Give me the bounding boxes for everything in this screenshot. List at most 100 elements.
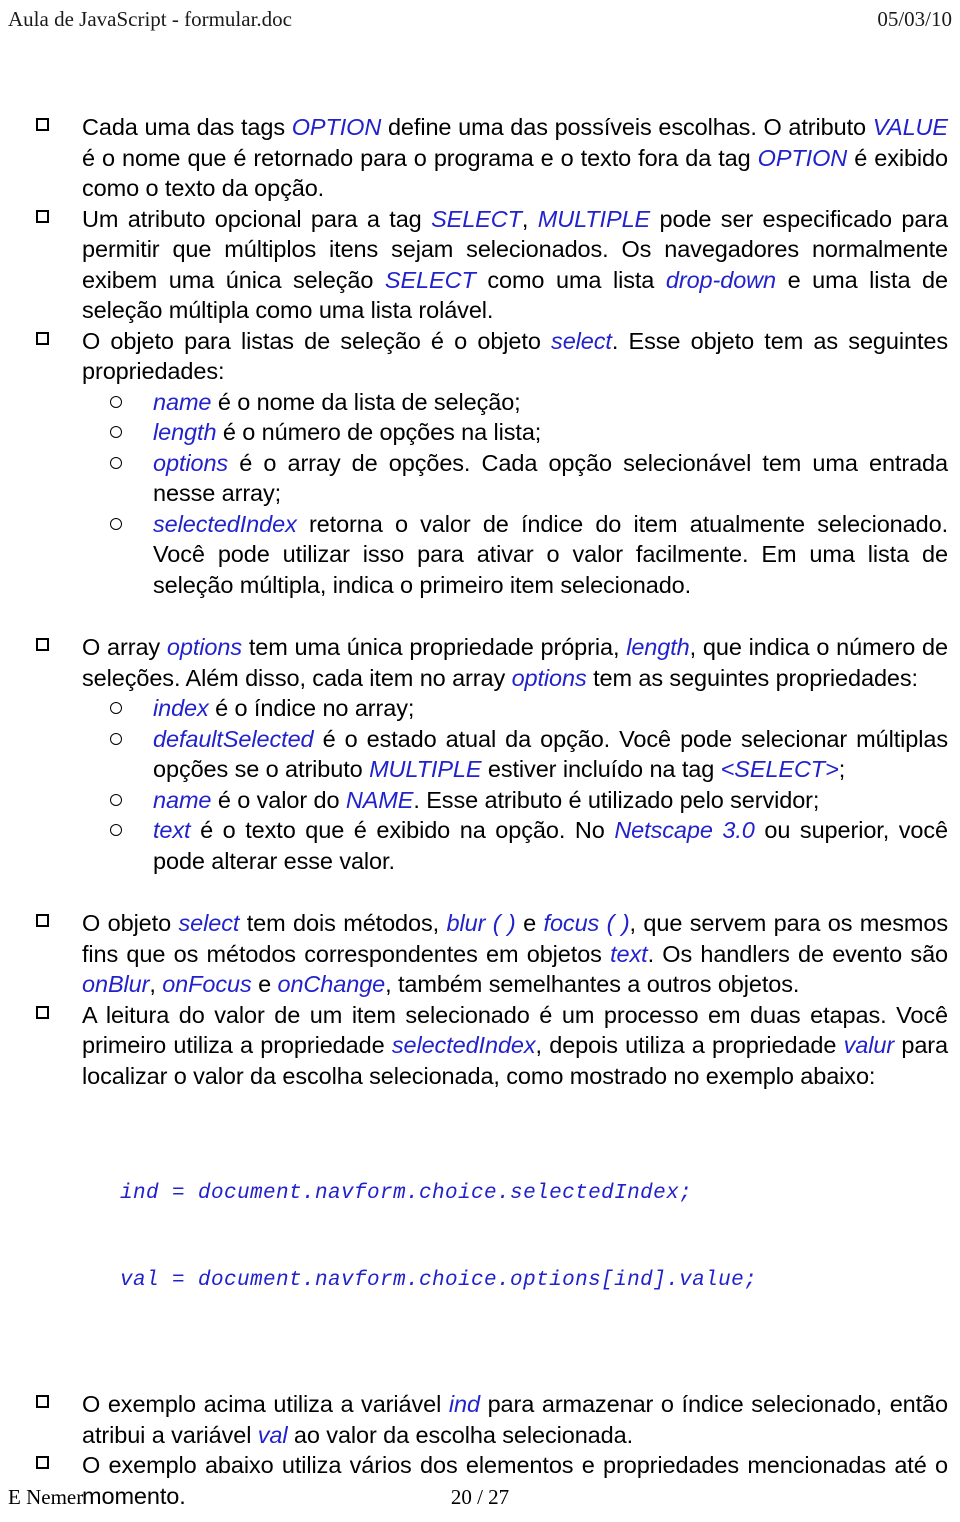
list-item-text: A leitura do valor de um item selecionad…: [82, 1000, 948, 1092]
list-item-text: Um atributo opcional para a tag SELECT, …: [82, 204, 948, 326]
sub-list-item-text: options é o array de opções. Cada opção …: [153, 450, 948, 507]
sub-list-item-text: index é o índice no array;: [153, 695, 414, 721]
text-run: ;: [838, 756, 846, 782]
text-run: é o nome que é retornado para o programa…: [82, 144, 758, 171]
text-run: tem dois métodos,: [239, 910, 447, 936]
circle-bullet-icon: [110, 702, 122, 714]
sub-list-item: selectedIndex retorna o valor de índice …: [0, 509, 960, 601]
text-run: ,: [149, 971, 163, 997]
text-run: tem uma única propriedade própria,: [242, 634, 627, 660]
list-item-text: O objeto select tem dois métodos, blur (…: [82, 908, 948, 1000]
text-run: estiver incluído na tag: [481, 756, 721, 782]
circle-bullet-icon: [110, 517, 122, 530]
sub-list-item: defaultSelected é o estado atual da opçã…: [0, 724, 960, 785]
text-run: é o array de opções. Cada opção selecion…: [153, 449, 948, 507]
keyword-focus: focus ( ): [543, 910, 630, 936]
list-item-text: O exemplo acima utiliza a variável ind p…: [82, 1389, 948, 1450]
keyword-text: text: [153, 817, 191, 843]
keyword-select: SELECT: [431, 205, 522, 232]
page-header: Aula de JavaScript - formular.doc 05/03/…: [0, 0, 960, 40]
text-run: e: [251, 971, 278, 997]
header-date: 05/03/10: [877, 7, 952, 31]
circle-bullet-icon: [110, 732, 122, 745]
sub-list-item: text é o texto que é exibido na opção. N…: [0, 815, 960, 876]
keyword-name: name: [153, 388, 212, 415]
sub-list-item: name é o nome da lista de seleção;: [0, 387, 960, 418]
code-line-1: ind = document.navform.choice.selectedIn…: [120, 1182, 693, 1205]
bullet-list-options-array: O array options tem uma única propriedad…: [0, 632, 960, 876]
keyword-dropdown: drop-down: [665, 266, 777, 293]
sub-list-item: name é o valor do NAME. Esse atributo é …: [0, 785, 960, 816]
list-item-text: O objeto para listas de seleção é o obje…: [82, 326, 948, 387]
square-bullet-icon: [36, 118, 49, 131]
keyword-options: options: [166, 634, 242, 660]
keyword-onblur: onBlur: [82, 971, 150, 997]
text-run: , também semelhantes a outros objetos.: [385, 971, 800, 997]
text-run: O array: [82, 634, 167, 660]
text-run: é o valor do: [211, 786, 346, 813]
list-item-text: Cada uma das tags OPTION define uma das …: [82, 112, 948, 204]
text-run: como uma lista: [475, 266, 666, 293]
sub-list-item: length é o número de opções na lista;: [0, 417, 960, 448]
sub-list-item-text: selectedIndex retorna o valor de índice …: [153, 511, 948, 598]
code-line-2: val = document.navform.choice.options[in…: [120, 1269, 758, 1292]
keyword-defaultselected: defaultSelected: [153, 725, 314, 752]
sub-list-item: options é o array de opções. Cada opção …: [0, 448, 960, 509]
circle-bullet-icon: [110, 793, 122, 806]
circle-bullet-icon: [110, 824, 122, 836]
list-item: O objeto select tem dois métodos, blur (…: [0, 908, 960, 1000]
keyword-options-2: options: [511, 664, 587, 691]
keyword-name: name: [153, 786, 212, 813]
keyword-select-object: select: [551, 327, 612, 354]
keyword-value: VALUE: [872, 114, 948, 140]
text-run: O objeto para listas de seleção é o obje…: [82, 327, 552, 354]
keyword-val: val: [257, 1421, 288, 1448]
keyword-valur: valur: [843, 1032, 895, 1058]
text-run: é o índice no array;: [208, 695, 415, 721]
header-document-title: Aula de JavaScript - formular.doc: [8, 7, 292, 31]
keyword-selectedindex: selectedIndex: [391, 1032, 536, 1058]
list-item: A leitura do valor de um item selecionad…: [0, 1000, 960, 1092]
keyword-blur: blur ( ): [446, 910, 516, 936]
list-item: Um atributo opcional para a tag SELECT, …: [0, 204, 960, 326]
keyword-netscape: Netscape 3.0: [614, 817, 755, 843]
list-item: O exemplo acima utiliza a variável ind p…: [0, 1389, 960, 1450]
sub-list-item-text: defaultSelected é o estado atual da opçã…: [153, 726, 948, 783]
square-bullet-icon: [36, 914, 49, 927]
list-item: O array options tem uma única propriedad…: [0, 632, 960, 693]
text-run: é o número de opções na lista;: [216, 419, 542, 445]
document-body: Cada uma das tags OPTION define uma das …: [0, 112, 960, 1511]
bullet-list-methods: O objeto select tem dois métodos, blur (…: [0, 908, 960, 1091]
text-run: Um atributo opcional para a tag: [82, 205, 432, 232]
sub-list-item: index é o índice no array;: [0, 693, 960, 724]
text-run: O exemplo acima utiliza a variável: [82, 1391, 449, 1417]
circle-bullet-icon: [110, 395, 122, 408]
code-sample-block: ind = document.navform.choice.selectedIn…: [0, 1121, 960, 1353]
keyword-text: text: [610, 940, 648, 967]
keyword-length: length: [626, 634, 690, 660]
list-item: Cada uma das tags OPTION define uma das …: [0, 112, 960, 204]
keyword-select-tag: <SELECT>: [720, 756, 839, 782]
text-run: ,: [521, 205, 538, 232]
square-bullet-icon: [36, 1456, 49, 1469]
square-bullet-icon: [36, 209, 49, 223]
sub-list-item-text: name é o nome da lista de seleção;: [153, 389, 521, 415]
footer-page-indicator: 20 / 27: [450, 1485, 510, 1509]
keyword-select-2: SELECT: [384, 266, 476, 293]
text-run: é o texto que é exibido na opção. No: [190, 817, 615, 843]
text-run: O objeto: [82, 910, 179, 936]
keyword-select: select: [178, 910, 240, 936]
sub-list-item-text: text é o texto que é exibido na opção. N…: [153, 817, 948, 874]
keyword-index: index: [153, 695, 209, 721]
text-run: é o nome da lista de seleção;: [211, 388, 521, 415]
text-run: . Os handlers de evento são: [647, 940, 949, 967]
text-run: Cada uma das tags: [82, 114, 292, 140]
keyword-onfocus: onFocus: [162, 971, 252, 997]
square-bullet-icon: [36, 638, 49, 651]
keyword-multiple: MULTIPLE: [369, 756, 482, 782]
keyword-option: OPTION: [291, 114, 382, 140]
list-item: O objeto para listas de seleção é o obje…: [0, 326, 960, 387]
keyword-selectedindex: selectedIndex: [153, 510, 297, 537]
